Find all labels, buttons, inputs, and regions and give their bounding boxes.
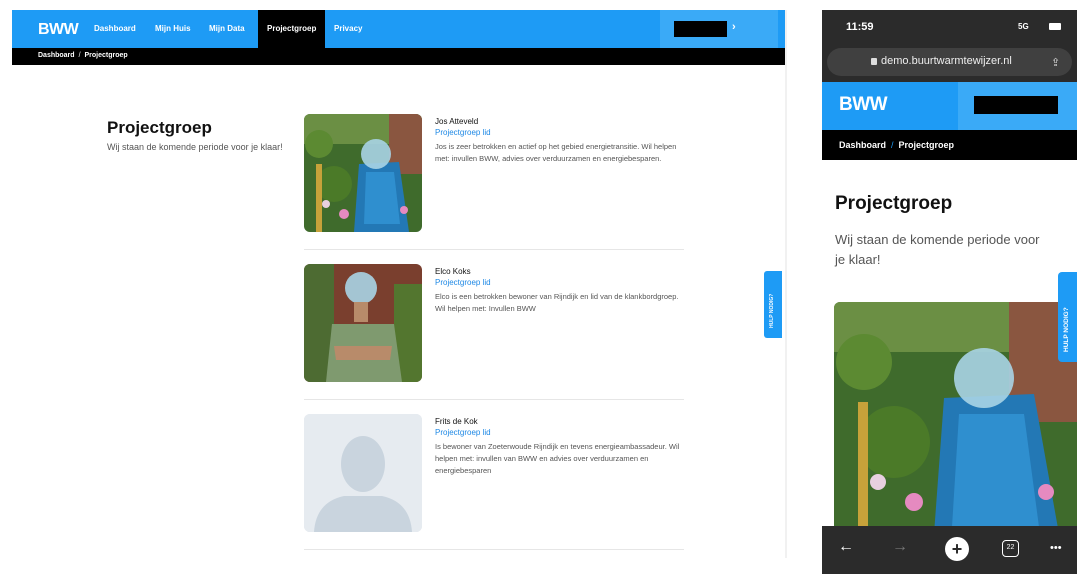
member-photo [304, 414, 422, 532]
nav-item-mijn-data[interactable]: Mijn Data [209, 24, 245, 33]
url-field[interactable]: demo.buurtwarmtewijzer.nl ⇪ [827, 48, 1072, 76]
member-card: Elco Koks Projectgroep lid Elco is een b… [304, 264, 684, 400]
mobile-browser-view: 11:59 5G demo.buurtwarmtewijzer.nl ⇪ BWW… [822, 10, 1077, 574]
member-role-link[interactable]: Projectgroep lid [435, 278, 491, 287]
desktop-browser-view: BWW Dashboard Mijn Huis Mijn Data Projec… [12, 10, 787, 558]
person-garden-photo [834, 302, 1077, 534]
battery-icon [1049, 23, 1061, 30]
user-menu[interactable]: › [660, 10, 778, 48]
redacted-user-name [674, 21, 727, 37]
url-text: demo.buurtwarmtewijzer.nl [881, 55, 1012, 67]
member-description: Is bewoner van Zoeterwoude Rijndijk en t… [435, 442, 680, 475]
member-description: Elco is een betrokken bewoner van Rijndi… [435, 292, 679, 313]
page-title: Projectgroep [107, 118, 212, 137]
top-navigation: BWW Dashboard Mijn Huis Mijn Data Projec… [12, 10, 787, 48]
member-card: Frits de Kok Projectgroep lid Is bewoner… [304, 414, 684, 550]
breadcrumb-current: Projectgroep [898, 140, 955, 150]
tab-count-icon[interactable]: 22 [1002, 540, 1019, 557]
new-tab-plus-icon[interactable]: + [945, 537, 969, 561]
nav-item-projectgroep[interactable]: Projectgroep [258, 10, 326, 48]
share-icon[interactable]: ⇪ [1051, 56, 1060, 69]
page-subtitle: Wij staan de komende periode voor je kla… [835, 232, 1040, 267]
member-name: Elco Koks [435, 267, 471, 276]
breadcrumb-current: Projectgroep [84, 52, 128, 59]
breadcrumb: Dashboard / Projectgroep [822, 130, 1077, 160]
help-tab-label: HULP NODIG? [769, 293, 775, 328]
redacted-user-name [974, 96, 1058, 114]
person-garden-photo [304, 114, 422, 232]
status-bar: 11:59 5G [822, 10, 1077, 44]
page-subtitle: Wij staan de komende periode voor je kla… [107, 142, 283, 152]
member-role-link[interactable]: Projectgroep lid [435, 428, 491, 437]
member-description: Jos is zeer betrokken en actief op het g… [435, 142, 677, 163]
member-photo [834, 302, 1077, 534]
brand-logo[interactable]: BWW [839, 94, 888, 116]
help-tab[interactable]: HULP NODIG? [764, 271, 782, 338]
signal-indicator: 5G [1018, 22, 1029, 31]
breadcrumb-separator: / [78, 52, 81, 59]
user-menu[interactable] [958, 82, 1077, 130]
nav-item-dashboard[interactable]: Dashboard [94, 24, 136, 33]
breadcrumb-dashboard-link[interactable]: Dashboard [839, 140, 886, 150]
person-brick-wall-photo [304, 264, 422, 382]
brand-logo[interactable]: BWW [38, 21, 79, 39]
address-bar: demo.buurtwarmtewijzer.nl ⇪ [822, 44, 1077, 82]
composite-screenshot: BWW Dashboard Mijn Huis Mijn Data Projec… [0, 0, 1077, 574]
breadcrumb-separator: / [891, 140, 894, 150]
browser-toolbar: ← → + 22 ••• [822, 526, 1077, 574]
more-menu-icon[interactable]: ••• [1050, 542, 1062, 554]
breadcrumb: Dashboard / Projectgroep [12, 48, 787, 65]
member-name: Frits de Kok [435, 417, 478, 426]
breadcrumb-dashboard-link[interactable]: Dashboard [38, 52, 75, 59]
lock-icon [871, 58, 877, 65]
member-role-link[interactable]: Projectgroep lid [435, 128, 491, 137]
vertical-scrollbar[interactable]: ▲ [785, 10, 787, 558]
member-card: Jos Atteveld Projectgroep lid Jos is zee… [304, 114, 684, 250]
back-arrow-icon[interactable]: ← [838, 538, 854, 556]
placeholder-avatar [304, 414, 422, 532]
forward-arrow-icon[interactable]: → [892, 538, 908, 556]
nav-item-privacy[interactable]: Privacy [334, 24, 362, 33]
member-photo [304, 264, 422, 382]
help-tab-label: HULP NODIG? [1063, 307, 1070, 352]
help-tab[interactable]: HULP NODIG? [1058, 272, 1077, 362]
page-title: Projectgroep [835, 193, 953, 214]
member-name: Jos Atteveld [435, 117, 479, 126]
member-photo [304, 114, 422, 232]
mobile-top-navigation: BWW [822, 82, 1077, 130]
chevron-right-icon: › [732, 21, 736, 33]
status-time: 11:59 [846, 21, 874, 33]
nav-item-mijn-huis[interactable]: Mijn Huis [155, 24, 191, 33]
